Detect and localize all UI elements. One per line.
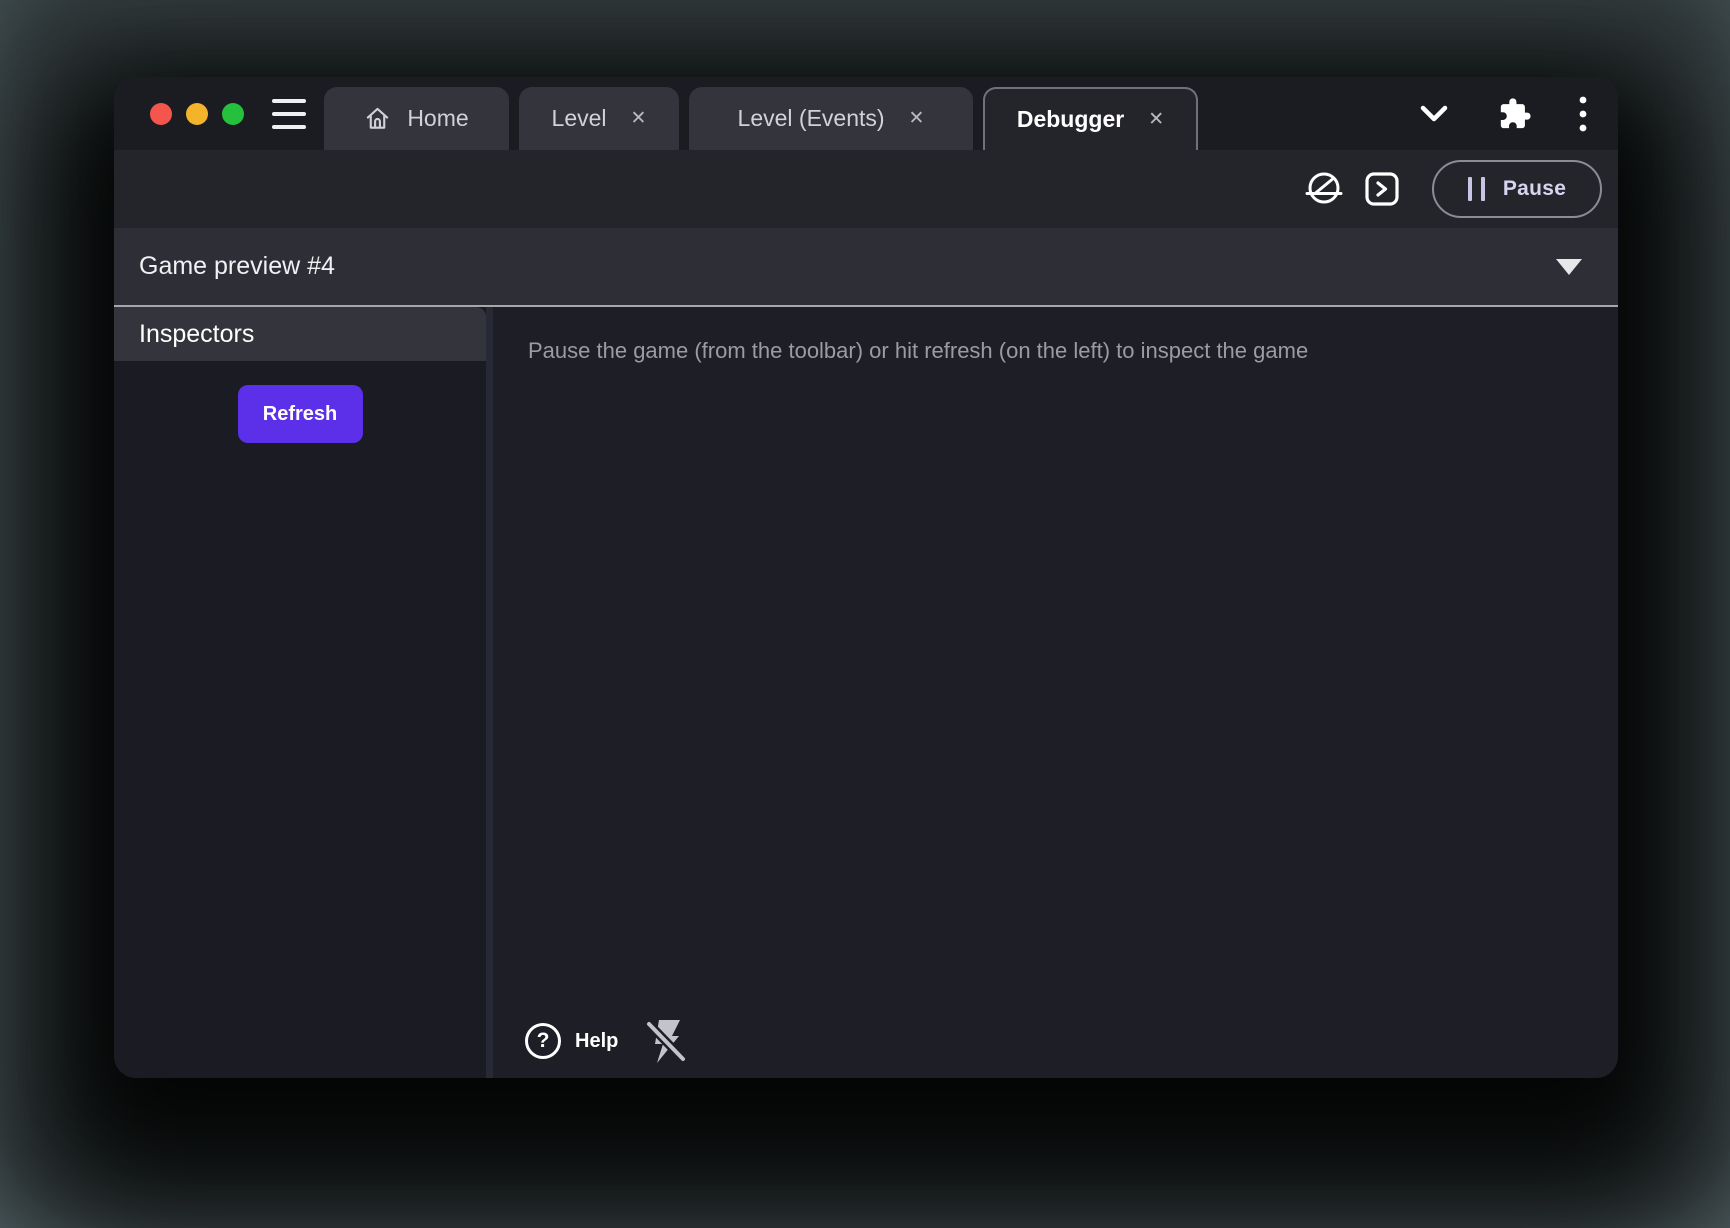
debugger-content: Inspectors Refresh Pause the game (from … (114, 307, 1618, 1078)
help-row: ? Help (525, 1017, 686, 1065)
game-preview-title: Game preview #4 (139, 252, 335, 281)
tab-label: Level (Events) (738, 105, 885, 132)
help-icon[interactable]: ? (525, 1023, 561, 1059)
chevron-down-icon[interactable] (1416, 99, 1452, 129)
tab-bar: Home Level ✕ Level (Events) ✕ Debugger ✕ (324, 87, 1416, 150)
kebab-menu-icon[interactable] (1578, 94, 1588, 134)
close-tab-icon[interactable]: ✕ (631, 109, 647, 128)
fullscreen-window-button[interactable] (222, 103, 244, 125)
close-tab-icon[interactable]: ✕ (1148, 110, 1164, 129)
tab-debugger[interactable]: Debugger ✕ (983, 87, 1198, 150)
inspector-empty-message: Pause the game (from the toolbar) or hit… (493, 307, 1618, 365)
dropdown-caret-icon[interactable] (1556, 259, 1582, 275)
tab-label: Level (552, 105, 607, 132)
console-icon[interactable] (1364, 171, 1400, 207)
tab-label: Debugger (1017, 106, 1124, 133)
inspectors-header-label: Inspectors (139, 320, 254, 349)
app-window: Home Level ✕ Level (Events) ✕ Debugger ✕ (114, 77, 1618, 1078)
minimize-window-button[interactable] (186, 103, 208, 125)
titlebar: Home Level ✕ Level (Events) ✕ Debugger ✕ (114, 77, 1618, 150)
pause-button[interactable]: Pause (1432, 160, 1602, 218)
extensions-puzzle-icon[interactable] (1498, 97, 1532, 131)
hamburger-menu-icon[interactable] (272, 99, 306, 129)
flash-off-icon[interactable] (646, 1017, 686, 1065)
tab-level[interactable]: Level ✕ (519, 87, 679, 150)
inspector-panel: Pause the game (from the toolbar) or hit… (493, 307, 1618, 1078)
help-label[interactable]: Help (575, 1030, 618, 1053)
refresh-button[interactable]: Refresh (238, 385, 363, 443)
home-icon (364, 105, 391, 132)
profiler-gauge-icon[interactable] (1304, 169, 1344, 209)
close-window-button[interactable] (150, 103, 172, 125)
close-tab-icon[interactable]: ✕ (909, 109, 925, 128)
titlebar-right-icons (1416, 94, 1618, 134)
game-preview-bar: Game preview #4 (114, 228, 1618, 307)
pause-button-label: Pause (1503, 177, 1566, 201)
inspectors-sidebar: Inspectors Refresh (114, 307, 486, 1078)
tab-level-events[interactable]: Level (Events) ✕ (689, 87, 973, 150)
debugger-toolbar: Pause (114, 150, 1618, 228)
window-controls (114, 103, 244, 125)
pause-icon (1468, 177, 1485, 201)
inspectors-header: Inspectors (114, 307, 486, 361)
tab-home[interactable]: Home (324, 87, 509, 150)
tab-label: Home (407, 105, 468, 132)
sidebar-divider[interactable] (486, 307, 493, 1078)
